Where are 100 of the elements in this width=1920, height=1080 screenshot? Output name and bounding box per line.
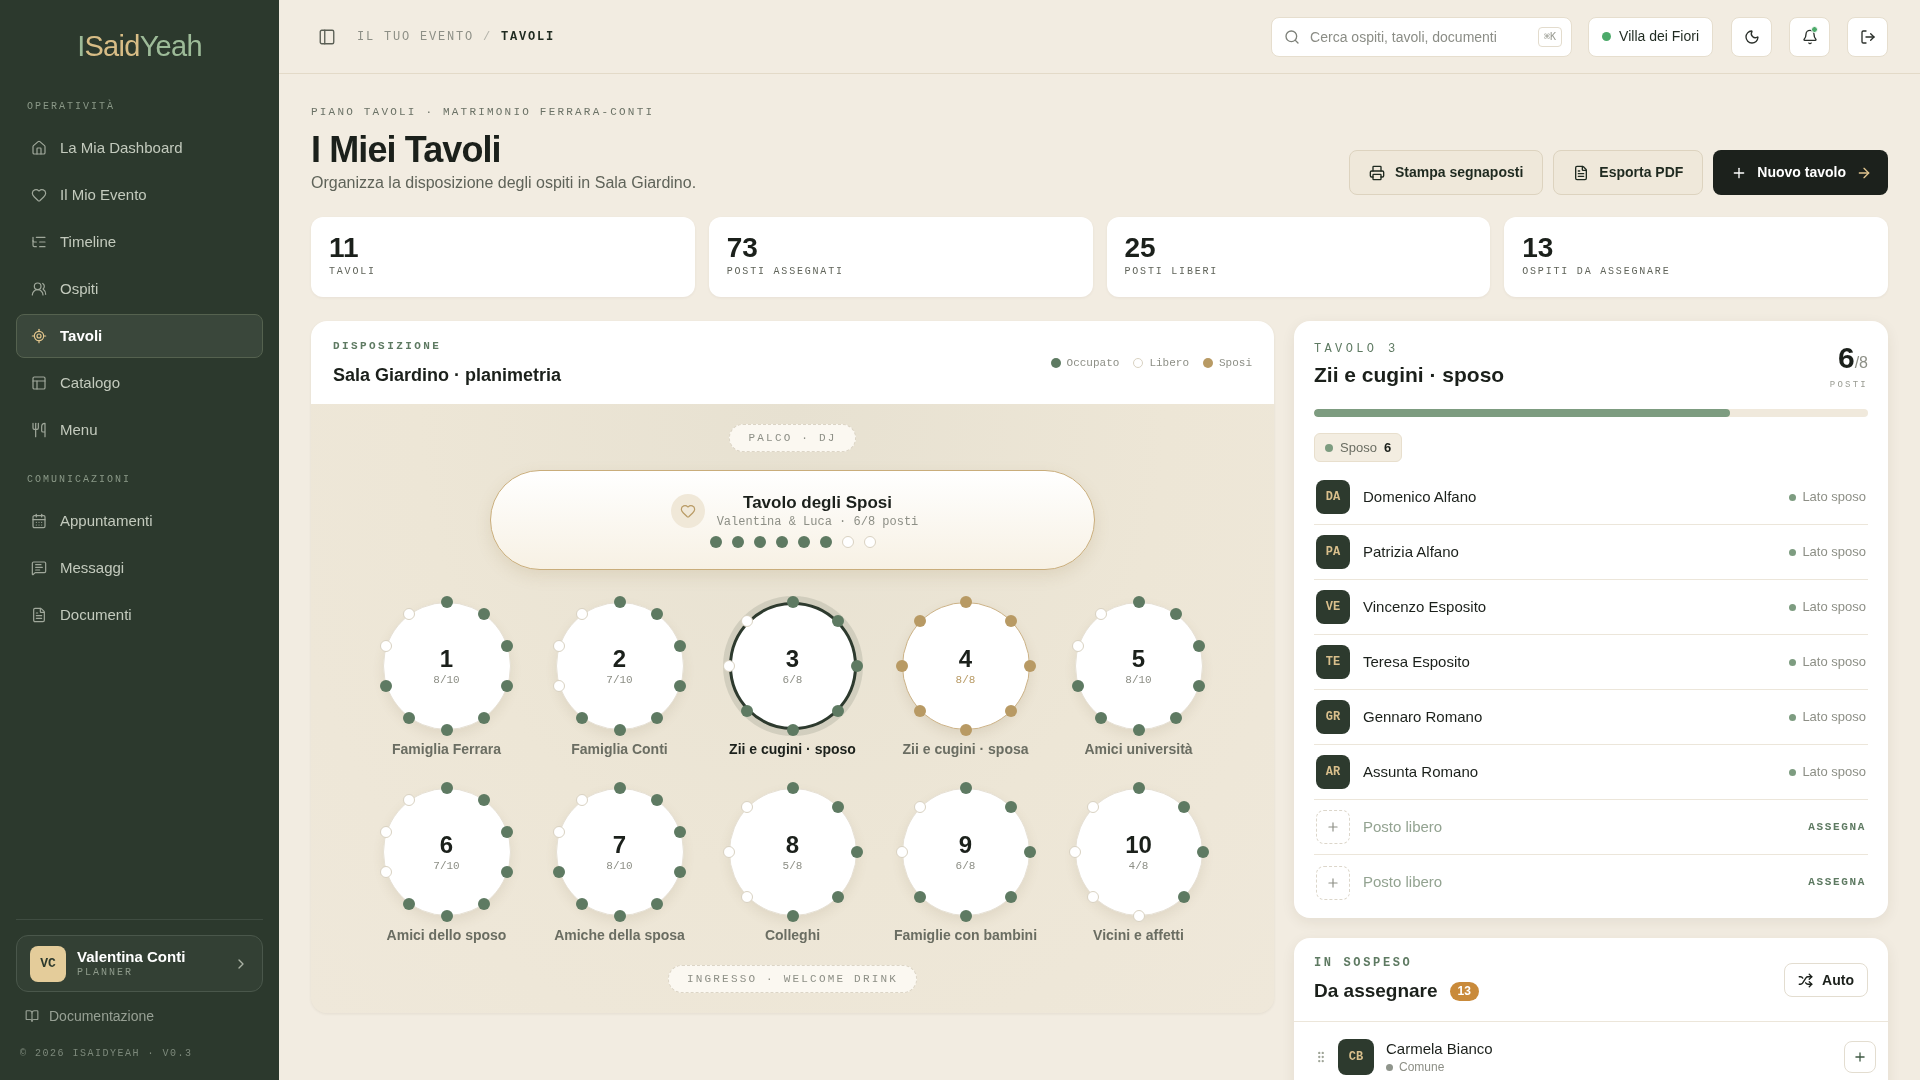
nav-item[interactable]: Catalogo	[16, 361, 263, 405]
round-table[interactable]: 8 5/8	[728, 788, 857, 916]
document-icon	[31, 607, 47, 623]
plus-icon	[1326, 875, 1340, 890]
table-number: 9	[958, 831, 973, 859]
table-number: 3	[785, 645, 800, 673]
page-eyebrow: PIANO TAVOLI · MATRIMONIO FERRARA-CONTI	[311, 105, 656, 120]
round-table[interactable]: 7 8/10	[555, 788, 684, 916]
venue-selector[interactable]: Villa dei Fiori	[1588, 16, 1713, 57]
round-table[interactable]: 1 8/10	[382, 602, 511, 730]
section-title: COMUNICAZIONI	[26, 473, 132, 487]
logout-button[interactable]	[1847, 16, 1888, 57]
theme-toggle-button[interactable]	[1731, 16, 1772, 57]
stat-value: 13	[1522, 232, 1555, 264]
list-tree-icon	[31, 234, 47, 250]
legend-label: Occupato	[1066, 355, 1120, 371]
stat-value: 73	[726, 232, 759, 264]
table-name: Famiglia Ferrara	[392, 740, 501, 758]
guest-avatar: TE	[1316, 645, 1350, 679]
round-table[interactable]: 5 8/10	[1074, 602, 1203, 730]
notifications-button[interactable]	[1789, 16, 1830, 57]
table-name: Colleghi	[764, 926, 821, 944]
seat-count: 4/8	[1128, 859, 1149, 873]
nav-item[interactable]: Documenti	[16, 593, 263, 637]
nav-item[interactable]: Appuntamenti	[16, 499, 263, 543]
calendar-icon	[31, 513, 47, 529]
stat-label: OSPITI DA ASSEGNARE	[1522, 265, 1672, 279]
side-label: Lato sposo	[1802, 598, 1866, 617]
shuffle-icon	[1798, 972, 1814, 988]
seat-count: 6/8	[782, 673, 803, 687]
logo[interactable]: ISaidYeah	[77, 28, 202, 64]
guest-avatar: VE	[1316, 590, 1350, 624]
table-number: 10	[1125, 831, 1152, 859]
round-table[interactable]: 6 7/10	[382, 788, 511, 916]
card-eyebrow: IN SOSPESO	[1314, 955, 1414, 971]
breadcrumb-current: TAVOLI	[501, 28, 556, 46]
legend-label: Sposi	[1219, 355, 1252, 371]
seat-count: 8/10	[433, 673, 460, 687]
nav-item[interactable]: Messaggi	[16, 546, 263, 590]
nav-item[interactable]: Menu	[16, 408, 263, 452]
user-role: PLANNER	[77, 966, 134, 980]
seat-count-value: 6	[1837, 341, 1855, 375]
table-number: 4	[958, 645, 973, 673]
auto-assign-button[interactable]: Auto	[1784, 963, 1868, 997]
count-badge: 13	[1449, 981, 1479, 1001]
round-table[interactable]: 9 6/8	[901, 788, 1030, 916]
plus-icon	[1853, 1050, 1867, 1064]
assign-link[interactable]: ASSEGNA	[1808, 874, 1866, 891]
group-label: Comune	[1399, 1059, 1445, 1075]
head-table[interactable]: Tavolo degli Sposi Valentina & Luca · 6/8 posti	[490, 470, 1095, 570]
users-icon	[31, 281, 47, 297]
nav-item[interactable]: Timeline	[16, 220, 263, 264]
plus-icon	[1326, 820, 1340, 834]
side-chip[interactable]: Sposo 6	[1314, 433, 1403, 462]
table-number: 8	[785, 831, 800, 859]
round-table[interactable]: 2 7/10	[555, 602, 684, 730]
heart-icon	[31, 187, 47, 203]
user-name: Valentina Conti	[77, 947, 187, 966]
nav-item[interactable]: Tavoli	[16, 314, 263, 358]
stat-label: POSTI ASSEGNATI	[726, 265, 845, 279]
breadcrumb-separator: /	[483, 28, 493, 46]
guest-name: Assunta Romano	[1363, 761, 1480, 782]
assign-link[interactable]: ASSEGNA	[1808, 818, 1866, 836]
table-name: Amiche della sposa	[554, 926, 685, 944]
printer-icon	[1368, 164, 1385, 181]
user-avatar: VC	[30, 945, 66, 982]
guest-avatar: PA	[1316, 535, 1350, 569]
action-button[interactable]: Esporta PDF	[1553, 150, 1704, 195]
head-table-title: Tavolo degli Sposi	[743, 492, 892, 514]
action-button[interactable]: Stampa segnaposti	[1348, 150, 1544, 195]
nav-item[interactable]: Il Mio Evento	[16, 173, 263, 217]
section-title: OPERATIVITÀ	[26, 100, 116, 114]
round-table[interactable]: 10 4/8	[1074, 788, 1203, 916]
chip-label: Sposo	[1340, 438, 1377, 457]
shortcut-hint: ⌘K	[1538, 26, 1563, 47]
nav-item[interactable]: La Mia Dashboard	[16, 126, 263, 170]
round-table[interactable]: 4 8/8	[901, 602, 1030, 730]
table-name: Famiglie con bambini	[893, 926, 1038, 944]
house-icon	[31, 140, 47, 156]
documentation-link[interactable]: Documentazione	[16, 1007, 263, 1025]
user-card[interactable]: VC Valentina Conti PLANNER	[16, 935, 263, 992]
book-icon	[25, 1009, 39, 1023]
search-icon	[1284, 28, 1301, 45]
sidebar-toggle-button[interactable]	[318, 27, 336, 46]
chip-count: 6	[1383, 438, 1392, 457]
nav-item[interactable]: Ospiti	[16, 267, 263, 311]
table-name: Vicini e affetti	[1093, 926, 1184, 944]
side-label: Lato sposo	[1802, 488, 1866, 507]
add-button[interactable]	[1844, 1041, 1876, 1073]
table-number: 7	[612, 831, 627, 859]
table-name: Amici dello sposo	[386, 926, 507, 944]
copyright-text: © 2026 ISAIDYEAH · V0.3	[19, 1047, 194, 1061]
stat-label: TAVOLI	[329, 265, 377, 279]
round-table[interactable]: 3 6/8	[728, 602, 857, 730]
guest-name: Carmela Bianco	[1386, 1039, 1494, 1059]
logout-icon	[1859, 28, 1876, 45]
action-button[interactable]: Nuovo tavolo	[1713, 150, 1888, 195]
table-name: Zii e cugini · sposo	[729, 740, 856, 758]
guest-name: Domenico Alfano	[1363, 486, 1478, 507]
table-number: 1	[439, 645, 454, 673]
